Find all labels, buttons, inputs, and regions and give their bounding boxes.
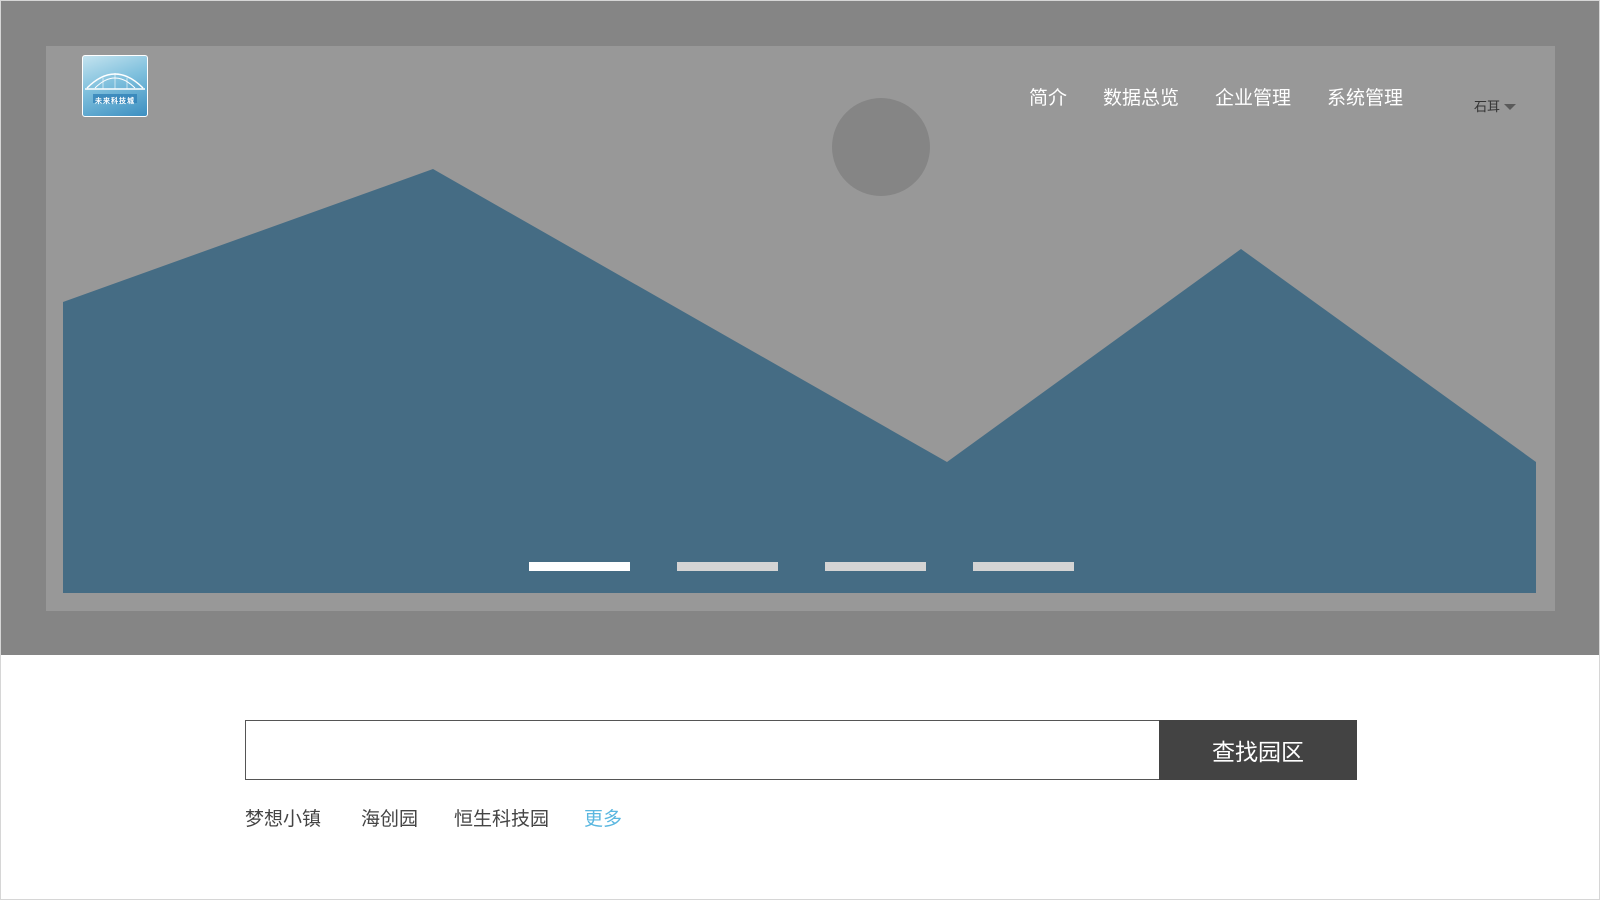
user-name: 石耳	[1474, 100, 1501, 115]
quick-link-haichuang-park[interactable]: 海创园	[361, 804, 418, 831]
carousel-indicator-4[interactable]	[973, 562, 1074, 571]
caret-down-icon	[1504, 104, 1517, 110]
search-input[interactable]	[245, 720, 1159, 780]
carousel-indicators	[529, 562, 1074, 571]
logo-caption: 未来科技城	[95, 97, 135, 105]
app-logo[interactable]: 未来科技城	[82, 55, 148, 117]
quick-link-dream-town[interactable]: 梦想小镇	[245, 804, 321, 831]
sun-shape	[832, 98, 930, 196]
search-bar: 查找园区	[245, 720, 1357, 780]
nav-item-intro[interactable]: 简介	[1029, 83, 1067, 110]
user-menu[interactable]: 石耳	[1474, 96, 1517, 115]
quick-links: 梦想小镇 海创园 恒生科技园 更多	[245, 804, 622, 831]
nav-item-data-overview[interactable]: 数据总览	[1103, 83, 1179, 110]
nav-item-enterprise-management[interactable]: 企业管理	[1215, 83, 1291, 110]
bridge-logo-icon	[85, 73, 145, 103]
search-button[interactable]: 查找园区	[1159, 720, 1357, 780]
carousel-indicator-3[interactable]	[825, 562, 926, 571]
carousel-indicator-1[interactable]	[529, 562, 630, 571]
main-nav: 简介 数据总览 企业管理 系统管理	[1029, 83, 1403, 110]
nav-item-system-management[interactable]: 系统管理	[1327, 83, 1403, 110]
quick-link-more[interactable]: 更多	[584, 804, 622, 831]
quick-link-hengsheng-park[interactable]: 恒生科技园	[454, 804, 549, 831]
mountains-shape	[63, 169, 1536, 593]
carousel-indicator-2[interactable]	[677, 562, 778, 571]
